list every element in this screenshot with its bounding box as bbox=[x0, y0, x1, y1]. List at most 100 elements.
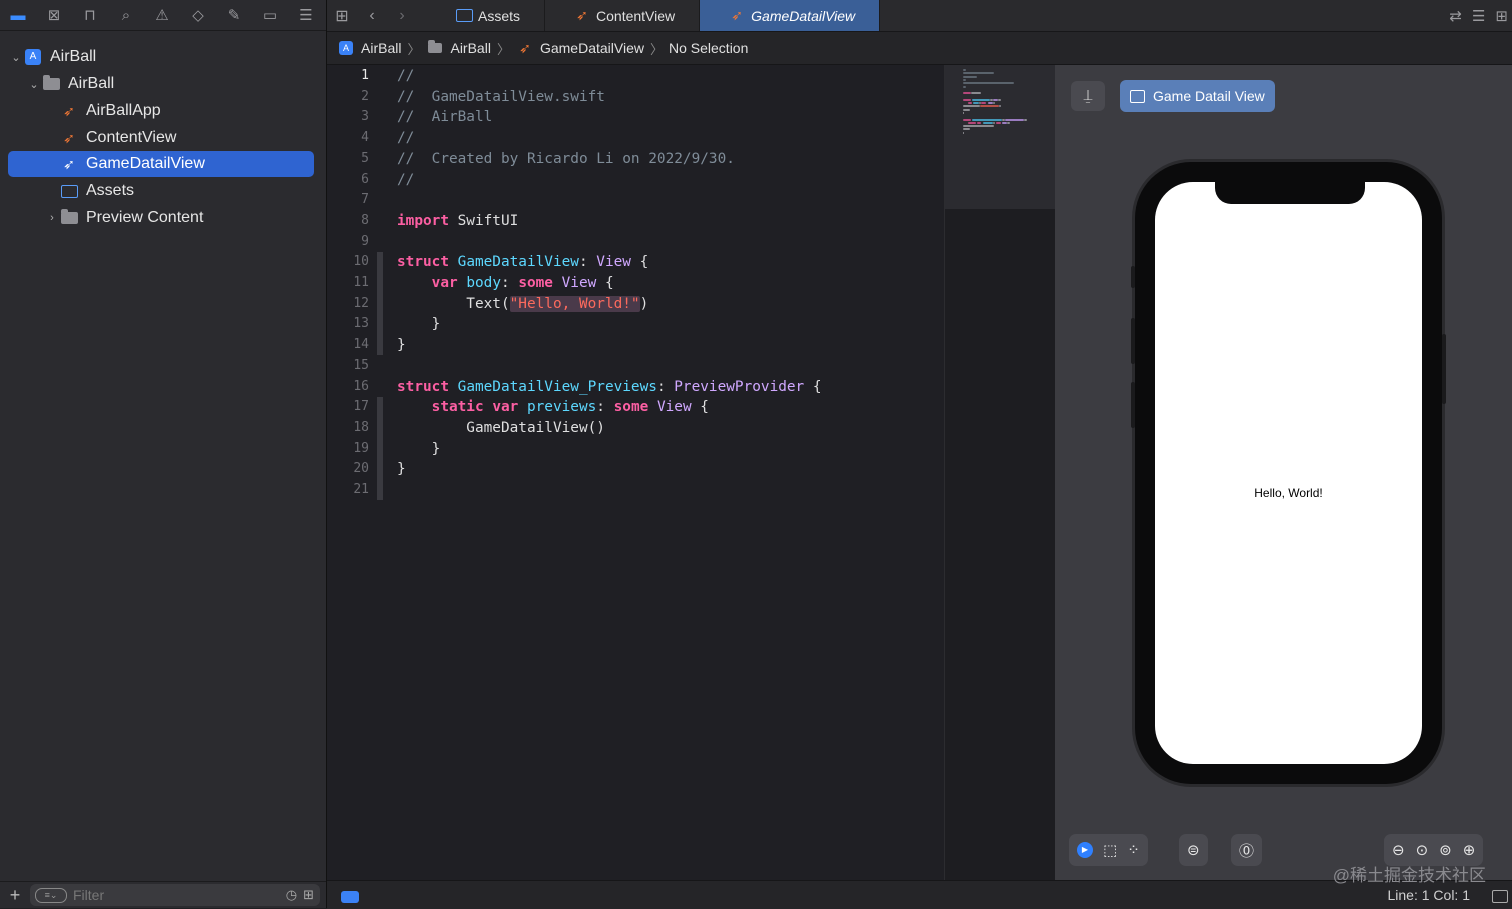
tree-item-preview-content[interactable]: › Preview Content bbox=[8, 205, 314, 231]
breadcrumb-label: AirBall bbox=[450, 40, 491, 56]
code-line[interactable]: // bbox=[397, 128, 414, 149]
source-editor[interactable]: 1 2 3 4 5 6 7 8 9 10 11 12 13 14 15 16 17 18 19 20 21 //// G… bbox=[327, 65, 944, 880]
tree-item-project[interactable]: ⌄ A AirBall bbox=[8, 44, 314, 70]
panel-toggle-icon[interactable] bbox=[1492, 890, 1508, 903]
grid-icon[interactable]: ⊞ bbox=[327, 6, 357, 26]
line-number: 12 bbox=[353, 295, 369, 311]
tree-item-contentview[interactable]: ➶ ContentView bbox=[8, 125, 314, 151]
test-icon[interactable]: ◇ bbox=[180, 0, 216, 30]
code-line[interactable]: struct GameDatailView: View { bbox=[397, 252, 648, 273]
tree-item-group[interactable]: ⌄ AirBall bbox=[8, 71, 314, 97]
code-line[interactable]: } bbox=[397, 314, 441, 335]
folder-icon[interactable]: ▬ bbox=[0, 0, 36, 30]
selectable-icon[interactable]: ⬚ bbox=[1103, 841, 1117, 859]
code-line[interactable]: // bbox=[397, 170, 414, 191]
code-token: ) bbox=[639, 295, 649, 312]
tab-contentview[interactable]: ➶ ContentView bbox=[545, 0, 701, 31]
chevron-right-icon: 〉 bbox=[649, 41, 663, 57]
source-control-filter-icon[interactable]: ⊞ bbox=[303, 887, 314, 903]
code-line[interactable]: // Created by Ricardo Li on 2022/9/30. bbox=[397, 149, 735, 170]
forward-icon[interactable]: › bbox=[387, 7, 417, 25]
tab-label: ContentView bbox=[596, 7, 676, 24]
code-line[interactable]: } bbox=[397, 335, 406, 356]
zoom-in-icon[interactable]: ⊕ bbox=[1463, 841, 1476, 859]
run-on-device-icon[interactable]: ⓪ bbox=[1239, 840, 1254, 861]
chevron-right-icon[interactable]: › bbox=[44, 212, 60, 224]
code-line[interactable]: static var previews: some View { bbox=[397, 397, 709, 418]
zoom-actual-icon[interactable]: ⊚ bbox=[1439, 841, 1452, 859]
code-line[interactable]: // GameDatailView.swift bbox=[397, 87, 605, 108]
editor-options-icon[interactable]: ☰ bbox=[1472, 7, 1485, 25]
code-line[interactable]: var body: some View { bbox=[397, 273, 614, 294]
add-button[interactable]: + bbox=[0, 885, 30, 906]
filter-icon[interactable]: ≡⌄ bbox=[35, 887, 67, 903]
code-line[interactable]: GameDatailView() bbox=[397, 418, 605, 439]
tree-item-assets[interactable]: Assets bbox=[8, 178, 314, 204]
search-icon[interactable]: ⌕ bbox=[108, 0, 144, 30]
warning-icon[interactable]: ⚠ bbox=[144, 0, 180, 30]
tree-item-gamedatailview[interactable]: ➶ GameDatailView bbox=[8, 151, 314, 177]
navigator-filter-bar: + ≡⌄ Filter ◷ ⊞ bbox=[0, 881, 326, 908]
code-token: // Created by Ricardo Li on 2022/9/30. bbox=[397, 150, 735, 167]
breadcrumb-selection[interactable]: No Selection bbox=[669, 40, 748, 56]
debug-area-toggle[interactable] bbox=[341, 891, 359, 903]
minimap-line bbox=[992, 102, 996, 104]
assets-icon bbox=[60, 183, 78, 199]
code-line[interactable]: import SwiftUI bbox=[397, 211, 518, 232]
minimap-visible-region[interactable] bbox=[945, 65, 1055, 209]
minimap[interactable] bbox=[944, 65, 1055, 880]
code-token: { bbox=[630, 254, 649, 271]
breadcrumb-group[interactable]: AirBall bbox=[426, 40, 491, 56]
minimap-line bbox=[1007, 121, 1010, 124]
symbol-icon[interactable]: ⊓ bbox=[72, 0, 108, 30]
code-line[interactable]: Text("Hello, World!") bbox=[397, 294, 648, 315]
code-token: GameDatailView_Previews bbox=[457, 378, 657, 395]
code-line[interactable]: } bbox=[397, 439, 441, 460]
watermark: @稀土掘金技术社区 bbox=[1332, 866, 1486, 885]
pin-icon[interactable]: ⍊ bbox=[1071, 81, 1105, 111]
report-icon[interactable]: ☰ bbox=[288, 0, 324, 30]
breadcrumb-project[interactable]: A AirBall bbox=[337, 40, 401, 56]
zoom-out-icon[interactable]: ⊖ bbox=[1392, 841, 1405, 859]
code-token: View bbox=[656, 399, 692, 416]
debug-icon[interactable]: ✎ bbox=[216, 0, 252, 30]
fold-ribbon[interactable] bbox=[377, 397, 383, 500]
tree-item-airballapp[interactable]: ➶ AirBallApp bbox=[8, 98, 314, 124]
code-line[interactable]: // bbox=[397, 66, 414, 87]
breakpoint-icon[interactable]: ▭ bbox=[252, 0, 288, 30]
line-number: 9 bbox=[361, 233, 369, 249]
breadcrumb-label: GameDatailView bbox=[539, 40, 644, 56]
tab-label: GameDatailView bbox=[751, 7, 856, 24]
fold-ribbon[interactable] bbox=[377, 252, 383, 355]
variants-icon[interactable]: ⁘ bbox=[1127, 841, 1140, 859]
chevron-down-icon[interactable]: ⌄ bbox=[8, 51, 24, 64]
code-token: import bbox=[397, 212, 449, 229]
breadcrumb-file[interactable]: ➶ GameDatailView bbox=[516, 40, 644, 57]
code-line[interactable]: } bbox=[397, 459, 406, 480]
swap-icon[interactable]: ⇄ bbox=[1449, 7, 1462, 25]
preview-selector[interactable]: Game Datail View bbox=[1120, 80, 1275, 112]
chevron-down-icon[interactable]: ⌄ bbox=[26, 78, 42, 91]
recent-files-icon[interactable]: ◷ bbox=[286, 887, 297, 903]
device-screen[interactable]: Hello, World! bbox=[1155, 182, 1422, 764]
zoom-fit-icon[interactable]: ⊙ bbox=[1416, 841, 1429, 859]
code-token: some bbox=[518, 275, 553, 291]
line-number: 14 bbox=[353, 337, 369, 353]
tab-gamedatailview[interactable]: ➶ GameDatailView bbox=[700, 0, 881, 31]
live-preview-icon[interactable]: ▶ bbox=[1077, 842, 1093, 858]
device-settings-icon[interactable]: ⊜ bbox=[1187, 841, 1200, 859]
minimap-line bbox=[1004, 118, 1025, 121]
add-editor-icon[interactable]: ⊞ bbox=[1495, 7, 1508, 25]
tab-assets[interactable]: Assets bbox=[427, 0, 546, 31]
assets-icon bbox=[455, 8, 473, 24]
line-number: 11 bbox=[353, 275, 369, 290]
line-number: 18 bbox=[353, 419, 369, 435]
filter-field[interactable]: ≡⌄ Filter ◷ ⊞ bbox=[30, 884, 320, 906]
code-line[interactable]: struct GameDatailView_Previews: PreviewP… bbox=[397, 377, 822, 398]
code-line[interactable]: // AirBall bbox=[397, 107, 492, 128]
back-icon[interactable]: ‹ bbox=[357, 7, 387, 25]
source-control-icon[interactable]: ⊠ bbox=[36, 0, 72, 30]
